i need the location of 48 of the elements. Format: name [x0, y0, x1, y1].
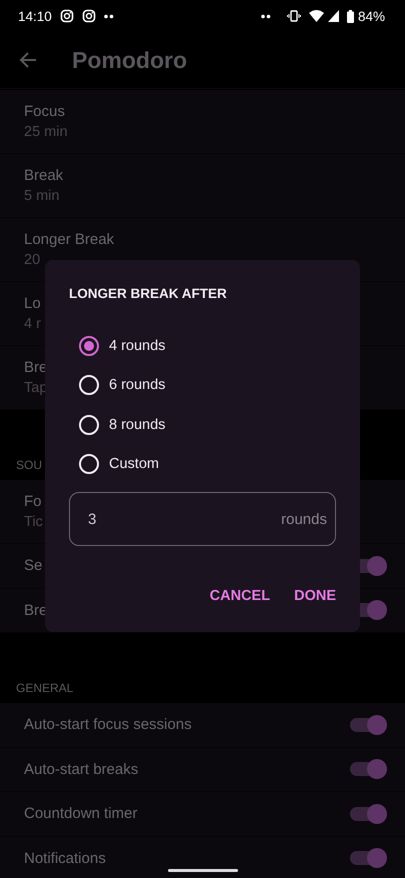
camera-icon: [60, 9, 74, 23]
radio-option[interactable]: 4 rounds: [69, 326, 336, 366]
setting-title: Countdown timer: [24, 805, 138, 822]
toggle-switch[interactable]: [350, 718, 384, 732]
setting-value: 4 r: [24, 316, 41, 332]
back-arrow-icon: [18, 50, 38, 70]
setting-title: Notifications: [24, 850, 106, 867]
toggle-switch[interactable]: [350, 806, 384, 821]
settings-row[interactable]: Break 5 min: [0, 154, 405, 218]
settings-row[interactable]: Auto-start focus sessions: [0, 703, 405, 748]
dialog-title: LONGER BREAK AFTER: [69, 286, 228, 301]
settings-row[interactable]: Countdown timer: [0, 792, 405, 836]
cancel-button[interactable]: CANCEL: [200, 580, 280, 612]
battery-icon: [346, 10, 354, 22]
page-title: Pomodoro: [72, 46, 187, 74]
setting-value: 25 min: [24, 124, 68, 140]
settings-row[interactable]: Auto-start breaks: [0, 748, 405, 792]
setting-title: Break: [24, 167, 64, 184]
setting-value: 5 min: [24, 188, 60, 204]
camera-icon: [82, 9, 96, 23]
option-label: Custom: [109, 456, 159, 472]
radio-button[interactable]: [79, 336, 99, 356]
setting-title: Se: [24, 557, 42, 574]
more-icon: [260, 14, 271, 18]
wifi-icon: [308, 10, 324, 22]
setting-title: Fo: [24, 493, 42, 510]
toggle-switch[interactable]: [350, 851, 384, 866]
option-label: 8 rounds: [109, 416, 166, 433]
signal-icon: [328, 10, 339, 22]
vibrate-icon: [286, 10, 301, 22]
setting-title: Focus: [24, 103, 65, 120]
option-label: 6 rounds: [109, 377, 166, 394]
setting-title: Auto-start focus sessions: [24, 716, 192, 734]
more-icon: [104, 14, 114, 18]
option-label: 4 rounds: [109, 338, 166, 354]
toggle-switch[interactable]: [350, 762, 384, 776]
rounds-input-field[interactable]: 3 rounds: [69, 492, 336, 546]
setting-value: 20: [24, 252, 40, 268]
setting-value: Tic: [24, 514, 43, 530]
clock: 14:10: [18, 8, 52, 24]
setting-title: Lo: [24, 295, 41, 312]
radio-option[interactable]: 6 rounds: [69, 366, 336, 405]
setting-title: Auto-start breaks: [24, 760, 138, 778]
setting-title: Longer Break: [24, 231, 114, 248]
battery-level: 84%: [358, 8, 385, 24]
settings-row[interactable]: Focus 25 min: [0, 90, 405, 154]
home-indicator: [168, 869, 238, 872]
done-button[interactable]: DONE: [284, 580, 346, 612]
